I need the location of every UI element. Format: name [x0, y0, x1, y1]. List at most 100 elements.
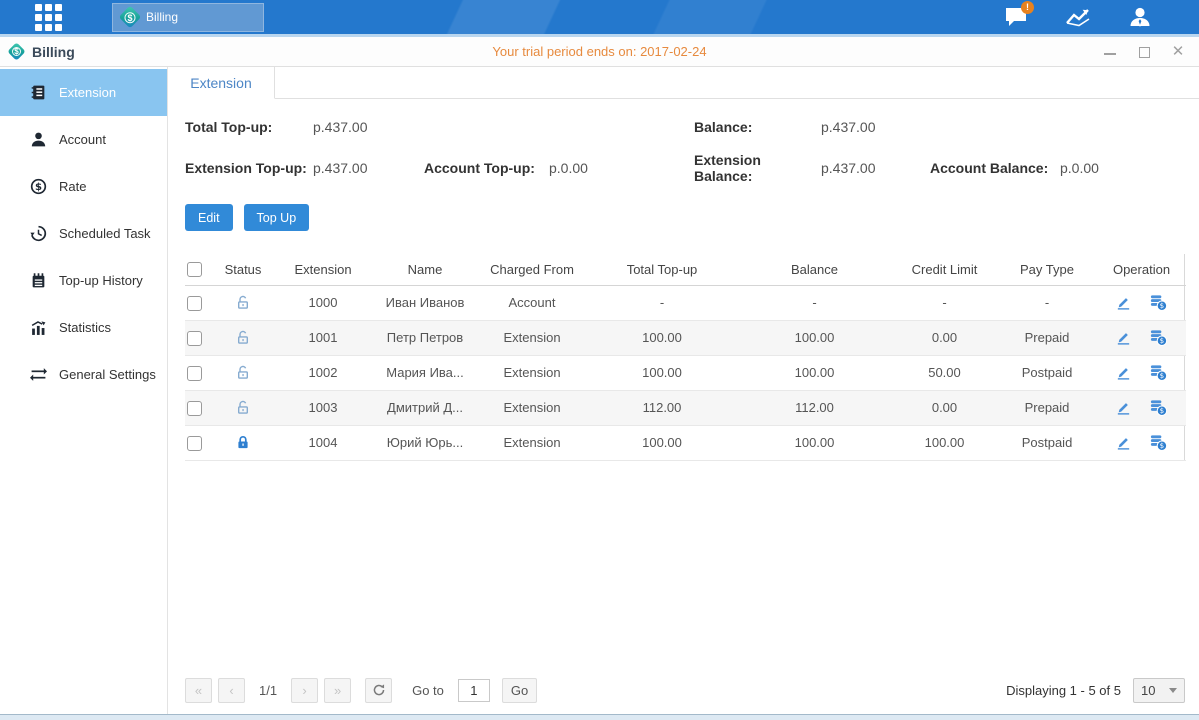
refresh-button[interactable] — [365, 678, 392, 703]
edit-button[interactable]: Edit — [185, 204, 233, 231]
top-up-row-icon[interactable]: $ — [1149, 398, 1168, 417]
resource-monitor-icon[interactable] — [1065, 4, 1091, 30]
top-up-row-icon[interactable]: $ — [1149, 328, 1168, 347]
account-balance-label: Account Balance: — [930, 160, 1060, 176]
svg-text:$: $ — [1160, 301, 1165, 310]
cell-total-topup: 100.00 — [587, 320, 737, 355]
top-up-row-icon[interactable]: $ — [1149, 433, 1168, 452]
user-account-icon[interactable] — [1127, 4, 1153, 30]
sidebar-item-label: Top-up History — [59, 273, 143, 288]
window-bottom-edge — [0, 714, 1199, 720]
window-body: Extension Account $ Rate Scheduled Task — [0, 67, 1199, 714]
goto-page-input[interactable] — [458, 679, 490, 702]
bar-chart-icon — [30, 319, 47, 336]
cell-balance: 112.00 — [737, 390, 892, 425]
operation-cell: $ — [1097, 320, 1186, 355]
taskbar-item-billing[interactable]: $ Billing — [112, 3, 264, 32]
cell-charged-from: Extension — [477, 390, 587, 425]
row-checkbox[interactable] — [187, 331, 202, 346]
last-page-button[interactable]: » — [324, 678, 351, 703]
sidebar-item-general-settings[interactable]: General Settings — [0, 351, 167, 398]
edit-row-icon[interactable] — [1115, 364, 1132, 381]
edit-row-icon[interactable] — [1115, 434, 1132, 451]
sidebar-item-statistics[interactable]: Statistics — [0, 304, 167, 351]
unlocked-icon[interactable] — [235, 399, 251, 416]
notifications-icon[interactable]: ! — [1003, 4, 1029, 30]
table-row: 1001 Петр Петров Extension 100.00 100.00… — [185, 320, 1186, 355]
page-size-value: 10 — [1141, 683, 1155, 698]
sidebar: Extension Account $ Rate Scheduled Task — [0, 67, 168, 714]
sidebar-item-account[interactable]: Account — [0, 116, 167, 163]
main-panel: Extension Total Top-up: p.437.00 Balance… — [168, 67, 1199, 714]
summary-row-2: Extension Top-up: p.437.00 Account Top-u… — [185, 152, 1185, 184]
next-page-button[interactable]: › — [291, 678, 318, 703]
sidebar-item-topup-history[interactable]: Top-up History — [0, 257, 167, 304]
col-operation: Operation — [1097, 254, 1186, 285]
cell-name: Мария Ива... — [373, 355, 477, 390]
sidebar-item-scheduled-task[interactable]: Scheduled Task — [0, 210, 167, 257]
extension-topup-label: Extension Top-up: — [185, 160, 313, 176]
col-pay-type: Pay Type — [997, 254, 1097, 285]
maximize-button[interactable] — [1137, 45, 1151, 59]
table-row: 1000 Иван Иванов Account - - - - $ — [185, 285, 1186, 320]
edit-row-icon[interactable] — [1115, 399, 1132, 416]
unlocked-icon[interactable] — [235, 364, 251, 381]
cell-total-topup: 100.00 — [587, 355, 737, 390]
extension-table: Status Extension Name Charged From Total… — [185, 254, 1186, 461]
sliders-icon — [30, 366, 47, 383]
status-cell — [213, 285, 273, 320]
minimize-button[interactable] — [1103, 45, 1117, 59]
cell-balance: 100.00 — [737, 355, 892, 390]
operation-cell: $ — [1097, 285, 1186, 320]
top-up-row-icon[interactable]: $ — [1149, 293, 1168, 312]
trial-notice: Your trial period ends on: 2017-02-24 — [0, 44, 1199, 59]
row-checkbox[interactable] — [187, 436, 202, 451]
account-topup-label: Account Top-up: — [424, 160, 549, 176]
top-up-row-icon[interactable]: $ — [1149, 363, 1168, 382]
extension-balance-label: Extension Balance: — [694, 152, 821, 184]
unlocked-icon[interactable] — [235, 294, 251, 311]
tab-extension[interactable]: Extension — [168, 67, 275, 99]
cell-balance: 100.00 — [737, 320, 892, 355]
page-size-dropdown[interactable]: 10 — [1133, 678, 1185, 703]
table-header-row: Status Extension Name Charged From Total… — [185, 254, 1186, 285]
ledger-icon — [30, 84, 47, 101]
extension-balance-value: p.437.00 — [821, 160, 930, 176]
cell-name: Юрий Юрь... — [373, 425, 477, 460]
cell-charged-from: Extension — [477, 425, 587, 460]
row-checkbox[interactable] — [187, 401, 202, 416]
edit-row-icon[interactable] — [1115, 329, 1132, 346]
sidebar-item-label: Scheduled Task — [59, 226, 151, 241]
cell-balance: - — [737, 285, 892, 320]
page-indicator: 1/1 — [259, 683, 277, 698]
top-up-button[interactable]: Top Up — [244, 204, 310, 231]
status-cell — [213, 320, 273, 355]
close-button[interactable]: ✕ — [1171, 45, 1185, 59]
sidebar-item-extension[interactable]: Extension — [0, 69, 167, 116]
pagination-bar: « ‹ 1/1 › » Go to Go Displaying 1 - 5 of… — [185, 670, 1185, 714]
row-checkbox[interactable] — [187, 366, 202, 381]
cell-total-topup: - — [587, 285, 737, 320]
account-balance-value: p.0.00 — [1060, 160, 1185, 176]
top-bar: $ Billing ! — [0, 0, 1199, 34]
cell-extension: 1004 — [273, 425, 373, 460]
extension-topup-value: p.437.00 — [313, 160, 424, 176]
locked-icon[interactable] — [235, 434, 251, 451]
chevron-down-icon — [1169, 688, 1177, 693]
cell-total-topup: 112.00 — [587, 390, 737, 425]
col-credit-limit: Credit Limit — [892, 254, 997, 285]
window-title-bar: $ Billing Your trial period ends on: 201… — [0, 37, 1199, 67]
edit-row-icon[interactable] — [1115, 294, 1132, 311]
select-all-checkbox[interactable] — [187, 262, 202, 277]
go-button[interactable]: Go — [502, 678, 537, 703]
cell-pay-type: Postpaid — [997, 425, 1097, 460]
sidebar-item-rate[interactable]: $ Rate — [0, 163, 167, 210]
first-page-button[interactable]: « — [185, 678, 212, 703]
unlocked-icon[interactable] — [235, 329, 251, 346]
operation-cell: $ — [1097, 355, 1186, 390]
cell-pay-type: Postpaid — [997, 355, 1097, 390]
app-grid-icon[interactable] — [35, 4, 69, 30]
total-topup-value: p.437.00 — [313, 119, 424, 135]
prev-page-button[interactable]: ‹ — [218, 678, 245, 703]
row-checkbox[interactable] — [187, 296, 202, 311]
